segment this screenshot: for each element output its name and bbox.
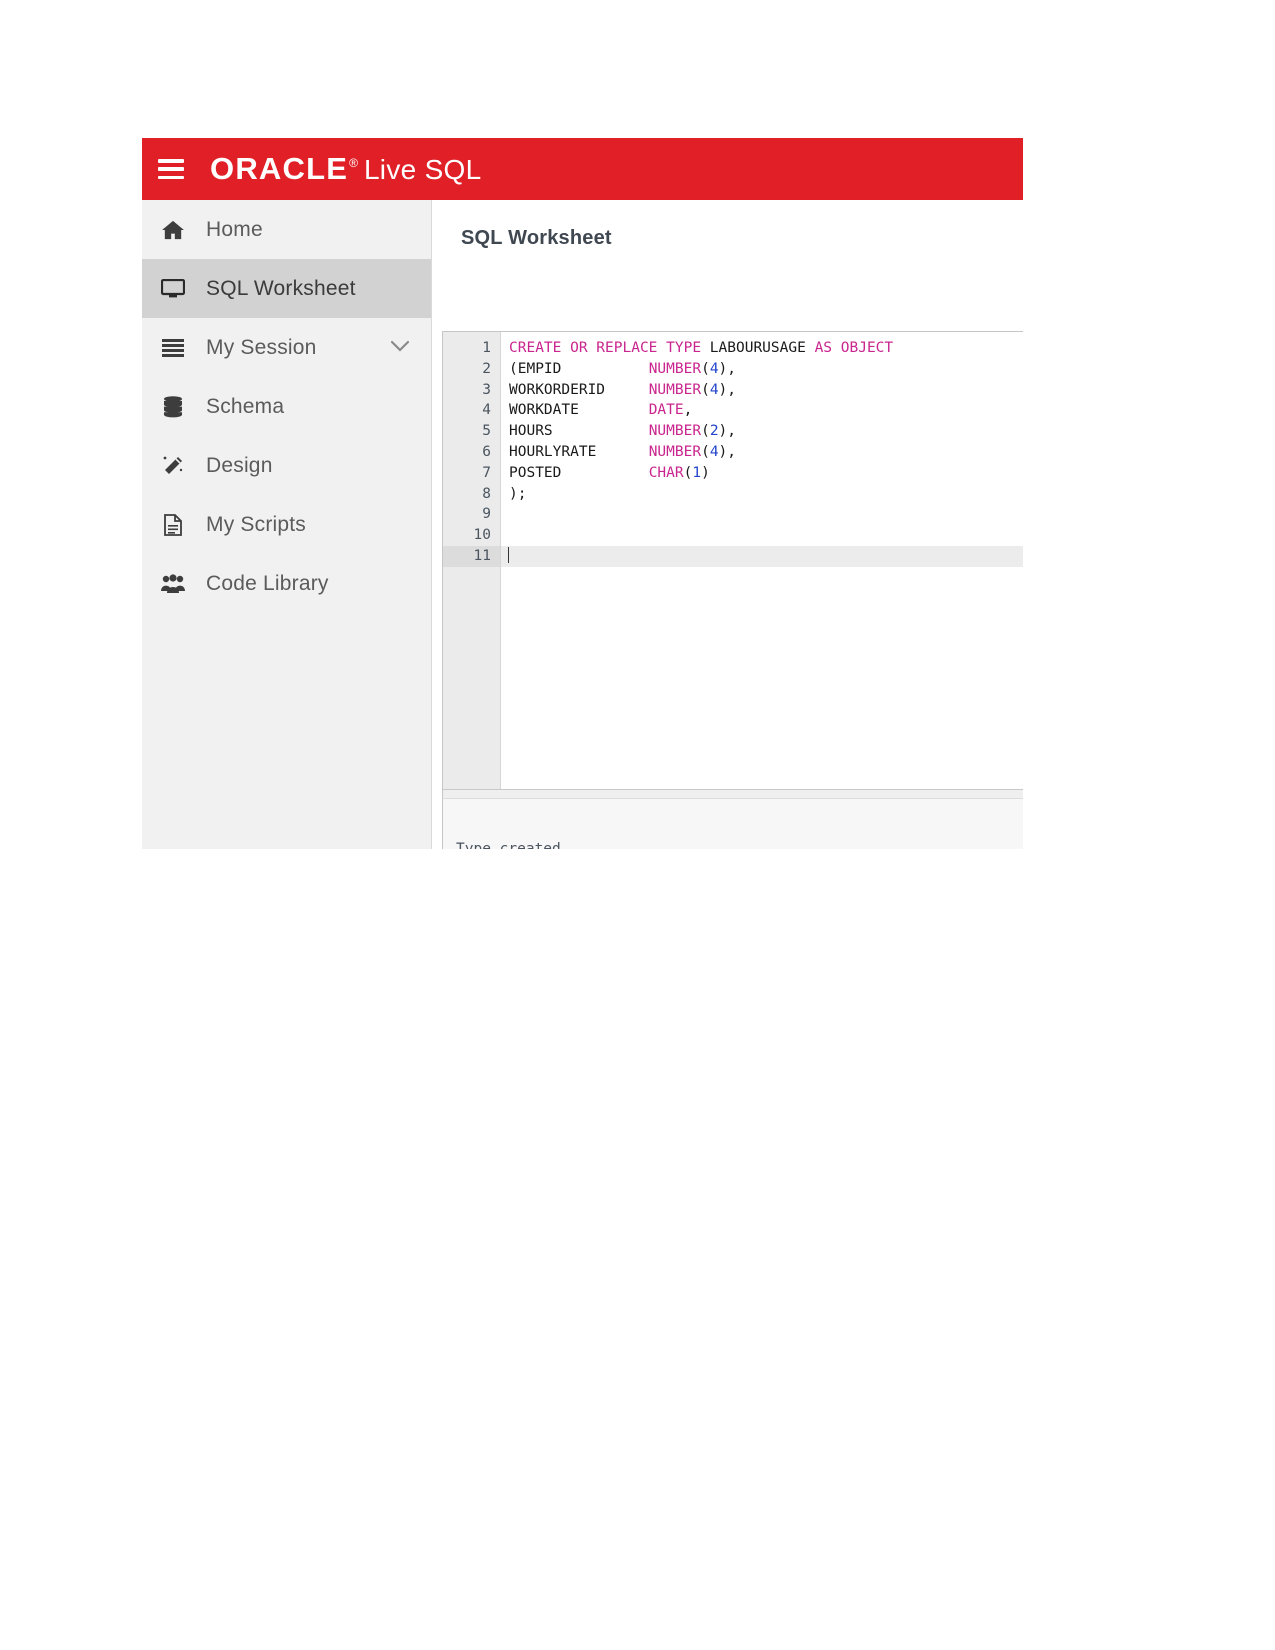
monitor-icon <box>156 278 190 299</box>
code-token: ), <box>718 423 737 440</box>
document-icon <box>156 513 190 536</box>
code-token: ) <box>701 464 710 481</box>
database-icon <box>156 395 190 418</box>
code-token: DATE <box>648 402 684 419</box>
code-token: 4 <box>709 381 719 398</box>
code-token: CHAR <box>648 464 684 481</box>
app-header: ORACLE ® Live SQL <box>142 138 1023 200</box>
gutter-line-number: 3 <box>482 381 491 398</box>
code-token: HOURS <box>509 423 649 440</box>
brand-oracle-text: ORACLE <box>210 151 349 186</box>
hamburger-icon[interactable] <box>158 159 184 179</box>
gutter-line-number: 7 <box>482 464 491 481</box>
code-token: NUMBER <box>648 381 702 398</box>
code-token: CREATE OR REPLACE TYPE <box>509 340 710 356</box>
sidebar-item-label: Design <box>206 453 273 477</box>
hamburger-bar <box>158 167 184 171</box>
code-line[interactable]: HOURS NUMBER(2), <box>501 421 1023 442</box>
gutter-line-number: 8 <box>482 485 491 502</box>
code-token: ( <box>701 381 710 398</box>
page-title: SQL Worksheet <box>461 227 612 249</box>
code-token: ( <box>701 360 710 377</box>
code-line[interactable]: WORKDATE DATE, <box>501 400 1023 421</box>
code-line[interactable]: POSTED CHAR(1) <box>501 463 1023 484</box>
code-line[interactable] <box>501 504 1023 525</box>
code-token: AS OBJECT <box>814 340 894 356</box>
chevron-down-icon[interactable] <box>390 339 410 357</box>
code-token: ), <box>718 360 737 377</box>
code-token: ), <box>718 381 737 398</box>
code-token: 1 <box>692 464 702 481</box>
gutter-line-number: 4 <box>482 402 491 419</box>
wand-icon <box>156 455 190 477</box>
gutter-line-number: 5 <box>482 423 491 440</box>
page-canvas: ORACLE ® Live SQL Home SQL Worksheet My … <box>0 0 1275 1650</box>
code-token: 2 <box>709 423 719 440</box>
hamburger-bar <box>158 175 184 179</box>
editor-output-divider[interactable] <box>442 789 1023 799</box>
code-token: (EMPID <box>509 360 649 377</box>
code-token: NUMBER <box>648 443 702 460</box>
gutter-line-number: 9 <box>482 506 491 523</box>
code-line[interactable]: WORKORDERID NUMBER(4), <box>501 380 1023 401</box>
code-token: 4 <box>709 360 719 377</box>
brand-product-text: Live SQL <box>363 154 482 185</box>
code-line[interactable]: (EMPID NUMBER(4), <box>501 359 1023 380</box>
oracle-live-sql-app: ORACLE ® Live SQL Home SQL Worksheet My … <box>142 138 1023 849</box>
gutter-line-number: 6 <box>482 443 491 460</box>
gutter-line-number: 1 <box>482 340 491 356</box>
users-icon <box>156 573 190 594</box>
gutter-line-number: 2 <box>482 360 491 377</box>
list-icon <box>156 338 190 357</box>
home-icon <box>156 220 190 240</box>
text-cursor <box>508 546 509 563</box>
sidebar-item-label: Code Library <box>206 571 329 595</box>
output-message: Type created. <box>456 841 570 849</box>
code-line[interactable] <box>501 525 1023 546</box>
sidebar-item-my-session[interactable]: My Session <box>142 318 431 377</box>
sidebar-item-label: SQL Worksheet <box>206 276 356 300</box>
output-panel: Type created. <box>442 799 1023 849</box>
sidebar-item-design[interactable]: Design <box>142 436 431 495</box>
code-token: WORKORDERID <box>509 381 649 398</box>
editor-gutter: 1 2 3 4 5 6 7 8 9 10 11 <box>443 332 501 789</box>
sidebar-item-label: My Scripts <box>206 512 307 536</box>
editor-code-area[interactable]: CREATE OR REPLACE TYPE LABOURUSAGE AS OB… <box>501 332 1023 789</box>
code-token: WORKDATE <box>509 402 649 419</box>
code-token: LABOURUSAGE <box>709 340 815 356</box>
sidebar-item-label: Schema <box>206 394 285 418</box>
sidebar-nav: Home SQL Worksheet My Session Schema Des… <box>142 200 432 849</box>
sql-editor[interactable]: 1 2 3 4 5 6 7 8 9 10 11 CREATE OR REPLACE TYPE LAB… <box>443 332 1023 789</box>
gutter-line-number: 11 <box>443 545 500 567</box>
sidebar-item-home[interactable]: Home <box>142 200 431 259</box>
main-content: SQL Worksheet 1 2 3 4 5 6 7 8 9 10 11 CREATE OR RE… <box>432 200 1023 849</box>
code-line[interactable]: HOURLYRATE NUMBER(4), <box>501 442 1023 463</box>
code-token: ( <box>701 423 710 440</box>
code-token: 4 <box>709 443 719 460</box>
sidebar-item-code-library[interactable]: Code Library <box>142 554 431 613</box>
sidebar-item-sql-worksheet[interactable]: SQL Worksheet <box>142 259 431 318</box>
sql-editor-container[interactable]: 1 2 3 4 5 6 7 8 9 10 11 CREATE OR REPLACE TYPE LAB… <box>442 331 1023 789</box>
sidebar-item-label: Home <box>206 217 263 241</box>
code-line[interactable]: ); <box>501 484 1023 505</box>
brand-logo[interactable]: ORACLE ® Live SQL <box>210 151 482 187</box>
sidebar-item-schema[interactable]: Schema <box>142 377 431 436</box>
code-token: ); <box>509 485 527 502</box>
code-token: ( <box>701 443 710 460</box>
registered-trademark-icon: ® <box>349 156 358 170</box>
hamburger-bar <box>158 159 184 163</box>
code-line[interactable]: CREATE OR REPLACE TYPE LABOURUSAGE AS OB… <box>501 338 1023 359</box>
code-line[interactable] <box>501 545 1023 567</box>
code-token: NUMBER <box>648 423 702 440</box>
sidebar-item-label: My Session <box>206 335 317 359</box>
sidebar-item-my-scripts[interactable]: My Scripts <box>142 495 431 554</box>
code-token: , <box>683 402 693 419</box>
code-token: POSTED <box>509 464 649 481</box>
code-token: NUMBER <box>648 360 702 377</box>
code-token: ), <box>718 443 737 460</box>
gutter-line-number: 10 <box>473 527 491 544</box>
code-token: HOURLYRATE <box>509 443 649 460</box>
